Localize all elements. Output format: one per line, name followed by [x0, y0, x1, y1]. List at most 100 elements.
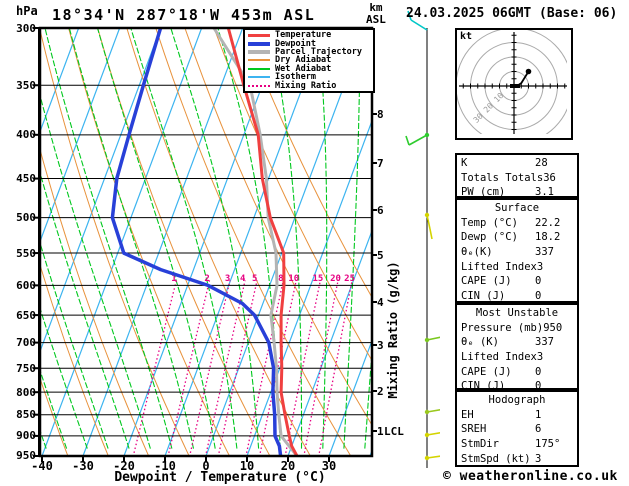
row-value: 6: [535, 423, 542, 436]
pressure-tick-label: 850: [16, 408, 36, 422]
row-value: 0: [535, 289, 542, 302]
table-row: CAPE (J) 0: [461, 364, 573, 379]
pressure-tick-label: 700: [16, 336, 36, 350]
svg-text:10: 10: [288, 274, 299, 284]
table-header: Hodograph: [488, 394, 546, 407]
row-value: 3: [535, 452, 542, 465]
page-title: 18°34'N 287°18'W 453m ASL: [52, 6, 316, 24]
table-row: Totals Totals 36: [461, 171, 573, 186]
pressure-tick-label: 300: [16, 21, 36, 35]
km-tick-label: 6: [377, 203, 384, 217]
sounding-screenshot: 1 2 3 4 5 8 10 15 20 25 hPa 18°34'N 287°18'W 453m…: [0, 0, 629, 486]
svg-text:15: 15: [312, 274, 323, 284]
table-row: CAPE (J) 0: [461, 274, 573, 289]
pressure-tick-label: 400: [16, 128, 36, 142]
row-label: K: [461, 157, 468, 170]
row-label: Totals Totals: [461, 171, 544, 184]
row-value: 337: [535, 336, 554, 349]
row-label: CIN (J): [461, 289, 506, 302]
table-header: Most Unstable: [475, 307, 559, 320]
table-row: StmSpd (kt) 3: [461, 451, 573, 466]
row-value: 36: [543, 171, 556, 184]
row-value: 337: [535, 246, 554, 259]
row-value: 18.2: [535, 231, 561, 244]
most-unstable-table: Most Unstable Pressure (mb) 950 θₑ (K) 337 Li…: [455, 303, 579, 392]
legend-swatch-dewpoint: [248, 41, 270, 46]
copyright: © weatheronline.co.uk: [443, 469, 618, 484]
row-label: SREH: [461, 423, 487, 436]
table-row: Dewp (°C) 18.2: [461, 230, 573, 245]
legend-swatch-parcel-trajectory: [248, 49, 270, 54]
x-axis-label: Dewpoint / Temperature (°C): [114, 470, 326, 485]
hodograph-table: Hodograph EH 1 SREH 6 StmDir 175° StmSpd (kt) 3: [455, 390, 579, 467]
row-label: StmSpd (kt): [461, 452, 531, 465]
row-value: 175°: [535, 438, 561, 451]
row-value: 0: [535, 275, 542, 288]
table-row: Temp (°C) 22.2: [461, 216, 573, 231]
table-row: StmDir 175°: [461, 437, 573, 452]
table-row: SREH 6: [461, 422, 573, 437]
row-label: EH: [461, 408, 474, 421]
svg-text:4: 4: [240, 274, 246, 284]
svg-text:2: 2: [204, 274, 209, 284]
table-row: Lifted Index 3: [461, 350, 573, 365]
temp-tick-label: -40: [31, 459, 53, 473]
hodograph-plot: 102030: [455, 27, 573, 145]
row-label: CAPE (J): [461, 275, 512, 288]
row-label: Lifted Index: [461, 351, 537, 364]
legend: Temperature Dewpoint Parcel Trajectory Dry …: [243, 28, 375, 93]
row-label: StmDir: [461, 438, 499, 451]
row-label: Dewp (°C): [461, 231, 518, 244]
row-label: CAPE (J): [461, 365, 512, 378]
svg-text:20: 20: [482, 101, 495, 114]
table-row: θₑ(K) 337: [461, 245, 573, 260]
pressure-tick-label: 650: [16, 308, 36, 322]
row-value: 3: [536, 351, 544, 364]
pressure-tick-label: 450: [16, 172, 36, 186]
svg-text:10: 10: [492, 91, 505, 104]
pressure-tick-label: 350: [16, 78, 36, 92]
table-row: θₑ (K) 337: [461, 335, 573, 350]
row-value: 950: [543, 321, 563, 334]
legend-swatch-temperature: [248, 33, 270, 37]
datetime-label: 24.03.2025 06GMT (Base: 06): [406, 6, 618, 21]
table-row: Lifted Index 3: [461, 259, 573, 274]
table-row: EH 1: [461, 408, 573, 423]
svg-text:25: 25: [344, 274, 355, 284]
table-row: CIN (J) 0: [461, 289, 573, 304]
row-value: 3: [536, 260, 544, 273]
pressure-tick-label: 600: [16, 278, 36, 292]
pressure-tick-label: 750: [16, 361, 36, 375]
km-tick-label: 7: [377, 156, 384, 170]
table-row: Pressure (mb) 950: [461, 321, 573, 336]
row-label: θₑ (K): [461, 336, 499, 349]
row-label: θₑ(K): [461, 246, 493, 259]
row-value: 3.1: [535, 186, 554, 199]
hodograph-panel: 10 20 30: [455, 27, 573, 145]
altitude-unit-asl: ASL: [366, 13, 386, 26]
legend-swatch-isotherm: [248, 76, 270, 79]
km-tick-label: 8: [377, 107, 384, 121]
row-value: 1: [535, 408, 542, 421]
row-label: Temp (°C): [461, 216, 518, 229]
svg-text:3: 3: [225, 274, 230, 284]
pressure-tick-label: 800: [16, 385, 36, 399]
row-value: 0: [535, 365, 542, 378]
row-label: Pressure (mb): [461, 321, 544, 334]
table-header: Surface: [494, 202, 540, 215]
pressure-tick-label: 500: [16, 211, 36, 225]
indices-table: K 28 Totals Totals 36 PW (cm) 3.1: [455, 153, 579, 198]
legend-swatch-mixing-ratio: [248, 84, 270, 87]
hodograph-unit-label: kt: [460, 31, 473, 42]
legend-item: Mixing Ratio: [248, 80, 373, 91]
altitude-axis-unit: km ASL: [366, 2, 386, 26]
svg-text:20: 20: [330, 274, 341, 284]
pressure-tick-label: 550: [16, 246, 36, 260]
legend-swatch-dry-adiabat: [248, 59, 270, 62]
row-value: 22.2: [535, 216, 561, 229]
row-label: PW (cm): [461, 186, 506, 199]
mixing-ratio-axis-label: Mixing Ratio (g/kg): [386, 261, 400, 399]
table-row: K 28: [461, 156, 573, 171]
legend-label: Mixing Ratio: [275, 80, 337, 91]
surface-table: Surface Temp (°C) 22.2 Dewp (°C) 18.2 θₑ(K) 33…: [455, 198, 579, 303]
